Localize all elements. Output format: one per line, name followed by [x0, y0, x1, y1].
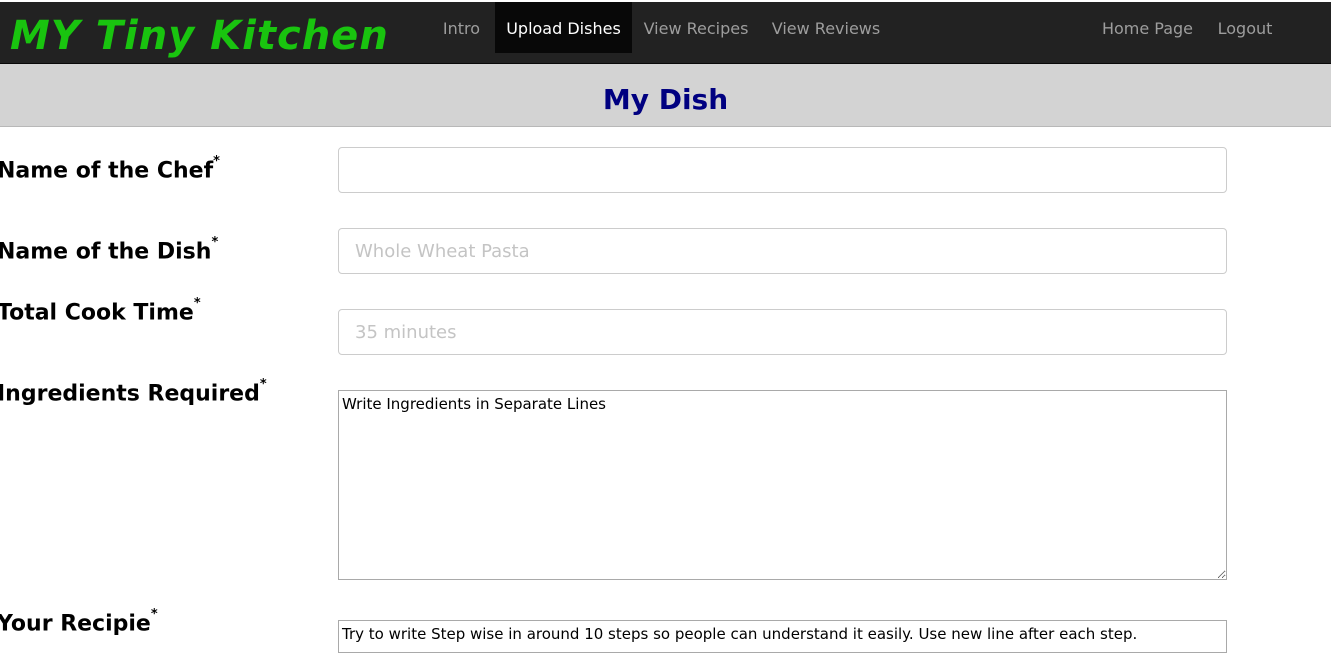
dish-name-input[interactable]	[338, 228, 1227, 274]
chef-name-label-text: Name of the Chef	[0, 158, 214, 184]
chef-name-label: Name of the Chef*	[0, 154, 220, 184]
dish-name-label-text: Name of the Dish	[0, 239, 212, 265]
recipe-label: Your Recipie*	[0, 607, 158, 637]
nav-view-reviews[interactable]: View Reviews	[760, 2, 892, 53]
cook-time-label-text: Total Cook Time	[0, 300, 194, 326]
ingredients-label-text: Ingredients Required	[0, 381, 260, 407]
page-title: My Dish	[602, 83, 729, 116]
required-asterisk: *	[193, 296, 201, 311]
nav-logout[interactable]: Logout	[1205, 2, 1285, 53]
page-heading-bar: My Dish	[0, 64, 1331, 127]
nav-upload-dishes[interactable]: Upload Dishes	[495, 2, 632, 53]
recipe-textarea[interactable]	[338, 620, 1227, 653]
required-asterisk: *	[213, 154, 220, 169]
chef-name-input[interactable]	[338, 147, 1227, 193]
required-asterisk: *	[259, 377, 267, 392]
required-asterisk: *	[211, 235, 219, 250]
brand-logo[interactable]: MY Tiny Kitchen	[10, 12, 389, 60]
recipe-label-text: Your Recipie	[0, 611, 151, 637]
dish-name-label: Name of the Dish*	[0, 235, 218, 265]
cook-time-label: Total Cook Time*	[0, 296, 201, 326]
nav-home-page[interactable]: Home Page	[1090, 2, 1205, 53]
cook-time-input[interactable]	[338, 309, 1227, 355]
required-asterisk: *	[150, 607, 158, 622]
top-navbar: MY Tiny Kitchen Intro Upload Dishes View…	[0, 0, 1331, 64]
ingredients-textarea[interactable]	[338, 390, 1227, 580]
nav-intro[interactable]: Intro	[428, 2, 495, 53]
ingredients-label: Ingredients Required*	[0, 377, 267, 407]
nav-view-recipes[interactable]: View Recipes	[632, 2, 760, 53]
